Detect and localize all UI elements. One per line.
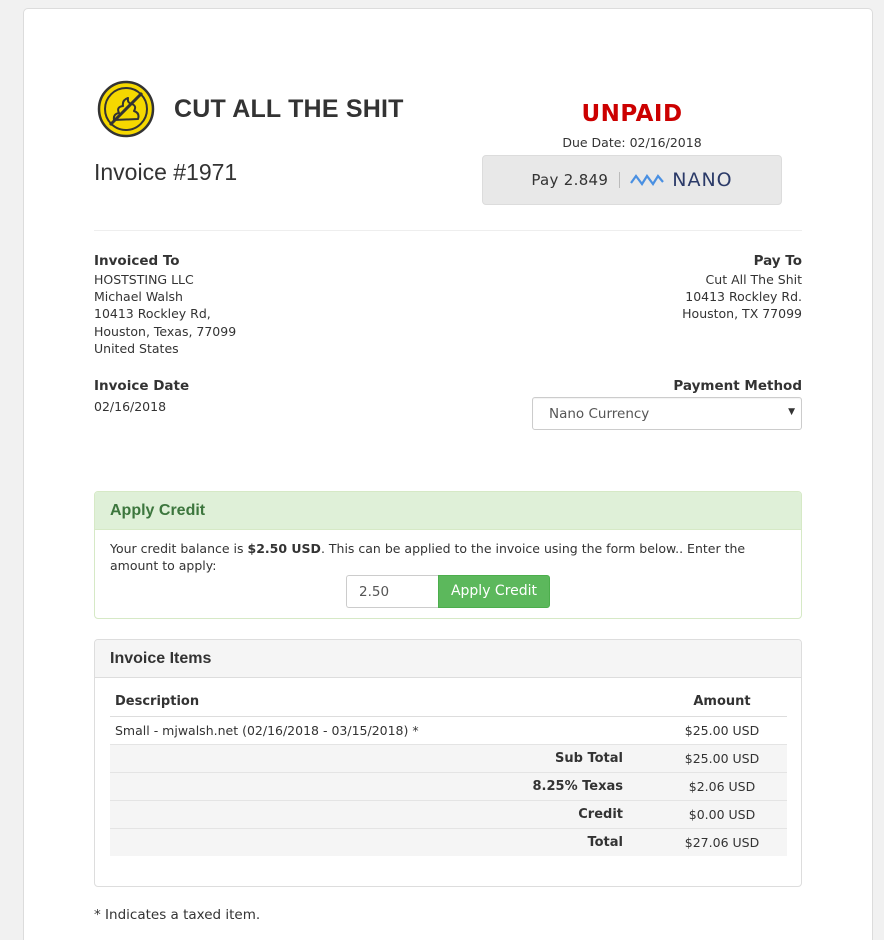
credit-balance: $2.50 USD [247, 541, 321, 556]
address-line: 10413 Rockley Rd, [94, 306, 211, 322]
payment-method-select[interactable]: Nano Currency ▼ [532, 397, 802, 430]
due-date: Due Date: 02/16/2018 [562, 135, 702, 150]
invoice-title: Invoice #1971 [94, 159, 238, 185]
taxed-item-footnote: * Indicates a taxed item. [94, 907, 261, 923]
total-label: Sub Total [110, 743, 657, 772]
pay-to-address: Cut All The Shit 10413 Rockley Rd. Houst… [602, 271, 802, 323]
item-amount: $25.00 USD [657, 715, 787, 744]
credit-text-before: Your credit balance is [110, 541, 248, 556]
pay-nano-button[interactable]: Pay 2.849 NANO [482, 155, 782, 205]
invoiced-to-address: HOSTSTING LLC Michael Walsh 10413 Rockle… [94, 271, 236, 357]
invoice-date-value: 02/16/2018 [94, 399, 167, 414]
total-amount: $25.00 USD [657, 743, 787, 772]
apply-credit-button[interactable]: Apply Credit [438, 575, 550, 608]
invoiced-to-label: Invoiced To [94, 253, 180, 269]
table-header-row: Description Amount [110, 688, 787, 717]
amount-header: Amount [657, 688, 787, 717]
chevron-down-icon: ▼ [788, 407, 795, 417]
description-header: Description [110, 688, 657, 717]
status-badge: UNPAID [581, 101, 683, 127]
total-amount: $2.06 USD [657, 771, 787, 800]
invoice-items-panel: Invoice Items Description Amount Small -… [94, 639, 802, 887]
company-name: CUT ALL THE SHIT [174, 95, 404, 123]
total-amount: $0.00 USD [657, 799, 787, 828]
address-line: HOSTSTING LLC [94, 272, 194, 287]
apply-credit-heading: Apply Credit [95, 492, 801, 530]
subtotal-row: Sub Total $25.00 USD [110, 743, 787, 772]
pay-amount-label: Pay 2.849 [531, 171, 609, 189]
payment-method-label: Payment Method [673, 378, 802, 394]
address-line: United States [94, 340, 179, 356]
address-line: Houston, TX 77099 [682, 306, 802, 322]
no-poop-icon [97, 80, 155, 138]
table-row: Small - mjwalsh.net (02/16/2018 - 03/15/… [110, 715, 787, 744]
address-line: Michael Walsh [94, 289, 183, 305]
total-label: Credit [110, 799, 657, 828]
invoice-items-table: Description Amount Small - mjwalsh.net (… [110, 688, 787, 856]
currency-label: NANO [672, 169, 733, 191]
divider [94, 230, 802, 231]
item-description: Small - mjwalsh.net (02/16/2018 - 03/15/… [110, 715, 657, 744]
address-line: Houston, Texas, 77099 [94, 323, 237, 339]
address-line: 10413 Rockley Rd. [685, 289, 802, 305]
pay-separator [619, 172, 621, 188]
total-amount: $27.06 USD [657, 827, 787, 856]
credit-amount-input[interactable]: 2.50 [346, 575, 438, 608]
nano-icon [630, 174, 665, 186]
credit-row: Credit $0.00 USD [110, 799, 787, 828]
total-label: 8.25% Texas [110, 771, 657, 800]
tax-row: 8.25% Texas $2.06 USD [110, 771, 787, 800]
grand-total-row: Total $27.06 USD [110, 827, 787, 856]
invoice-date-label: Invoice Date [94, 378, 190, 394]
payment-method-value: Nano Currency [549, 406, 650, 422]
apply-credit-panel: Apply Credit Your credit balance is $2.5… [94, 491, 802, 619]
invoice-items-heading: Invoice Items [95, 640, 801, 678]
invoice-sheet: CUT ALL THE SHIT Invoice #1971 UNPAID Du… [23, 8, 873, 940]
total-label: Total [110, 827, 657, 856]
address-line: Cut All The Shit [705, 272, 802, 287]
pay-to-label: Pay To [753, 253, 802, 269]
